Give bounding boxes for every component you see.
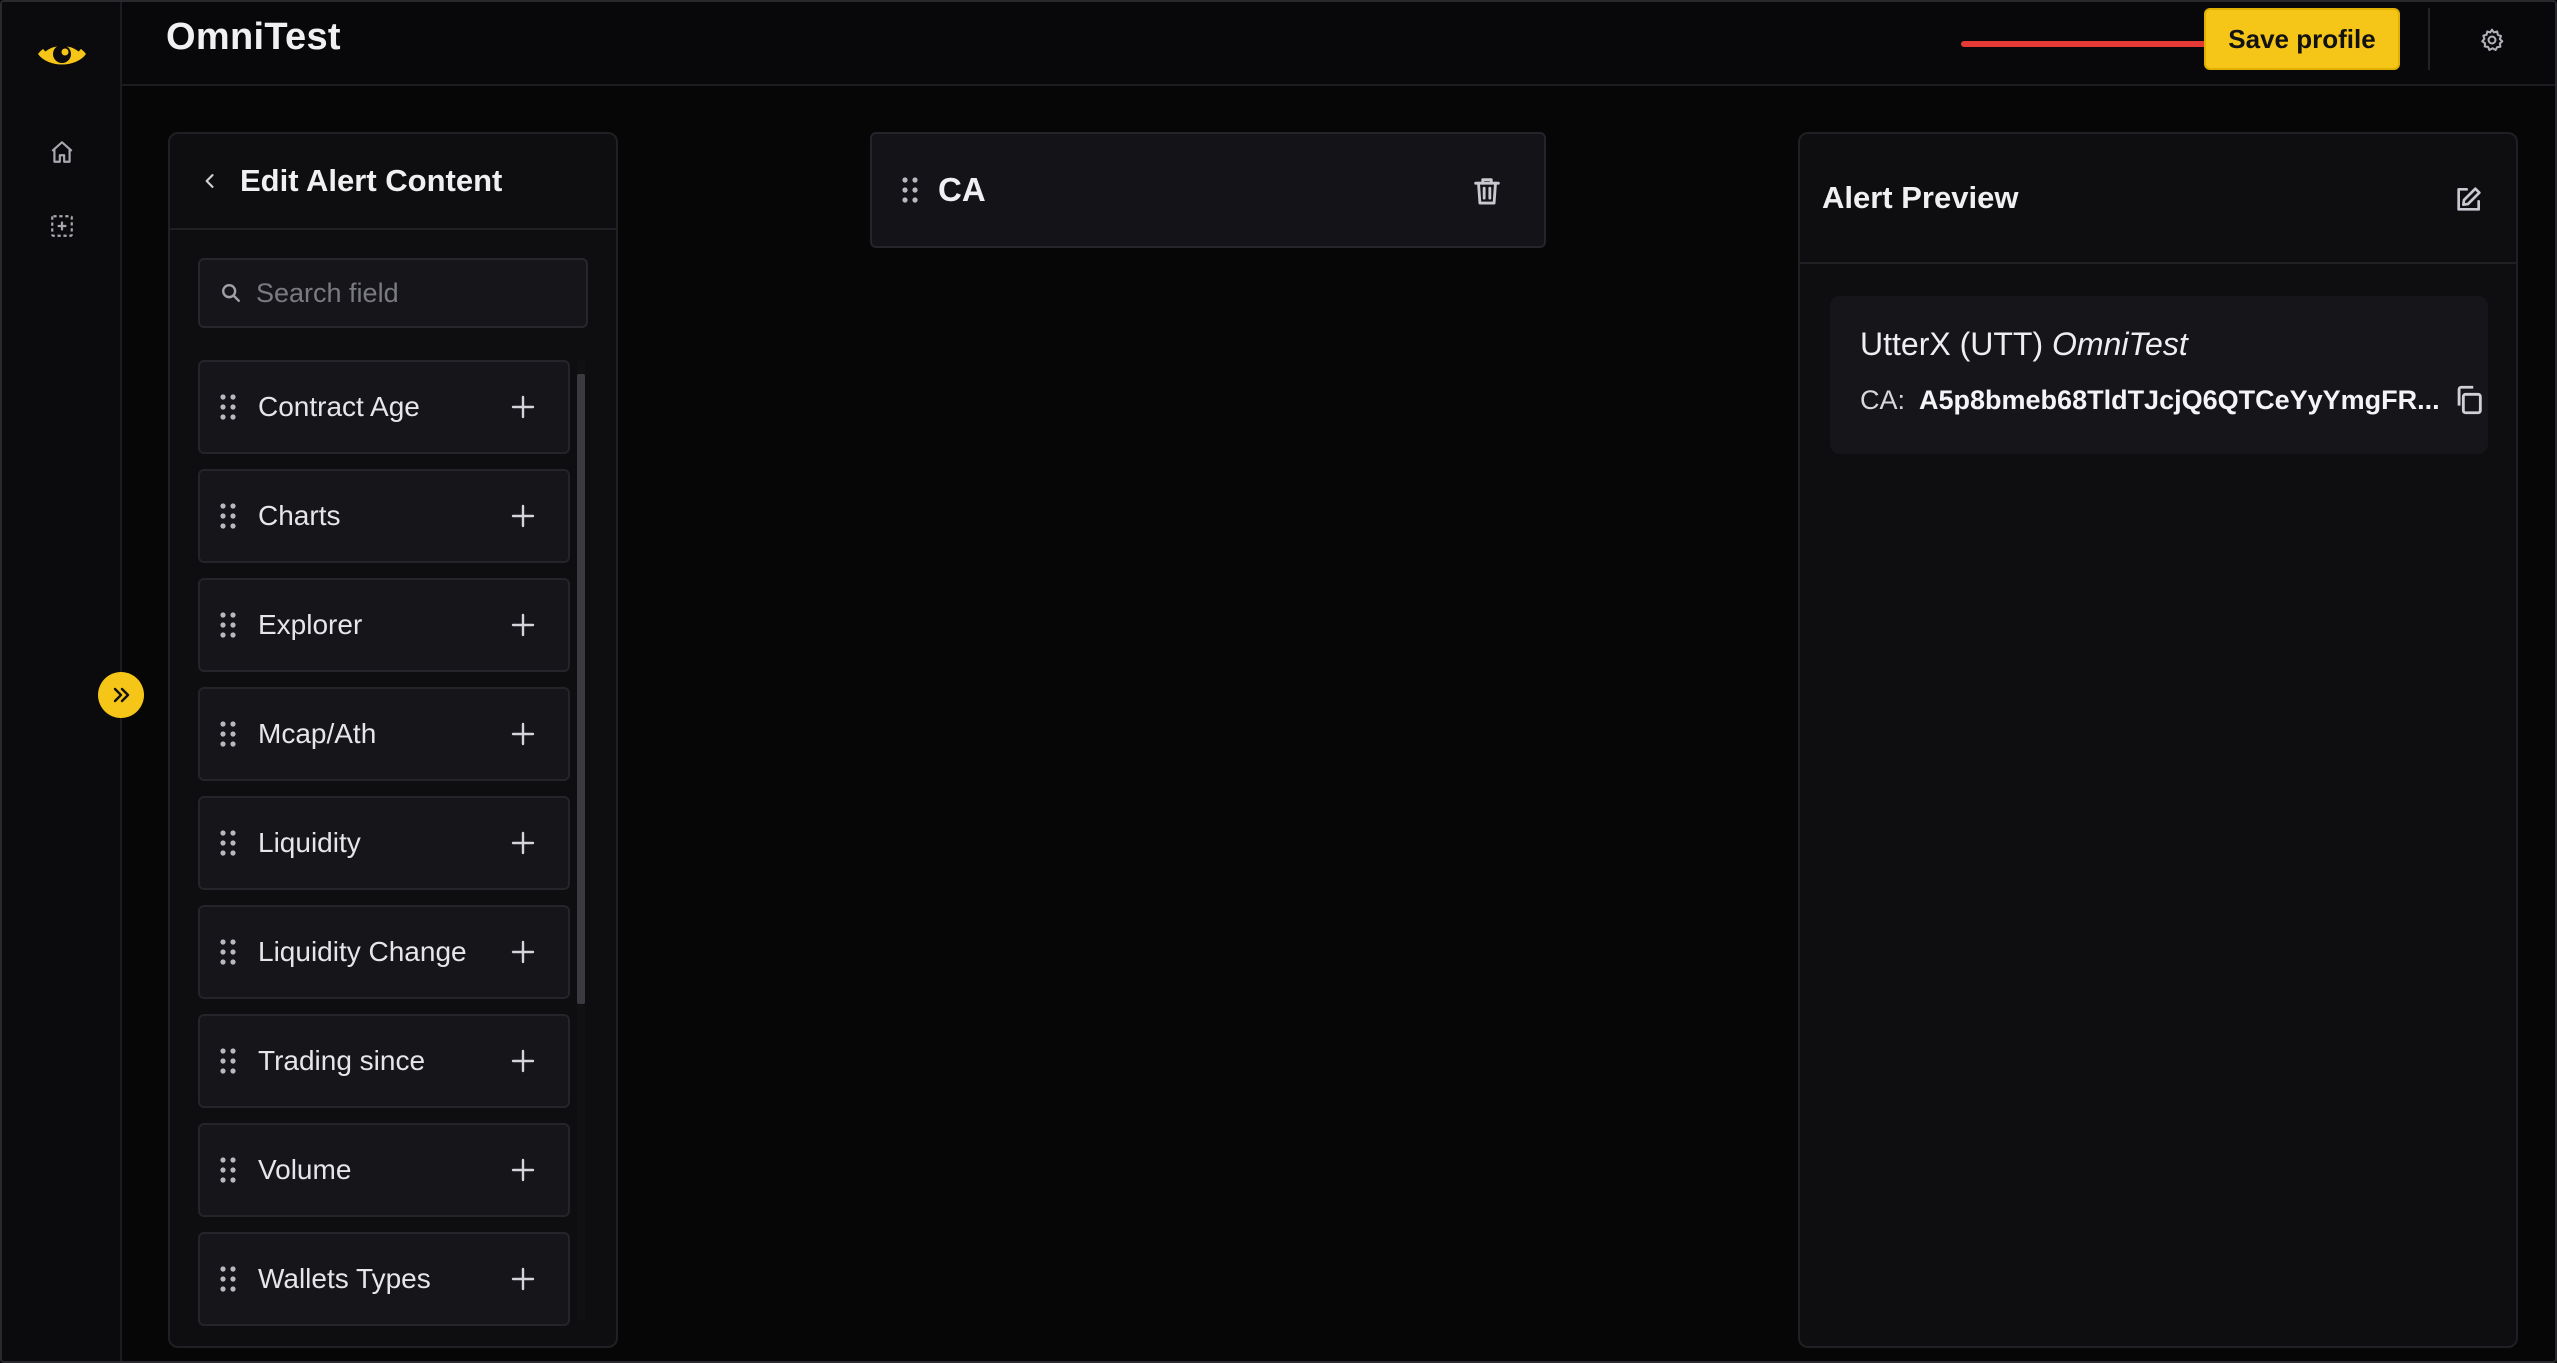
edit-icon[interactable] (2452, 184, 2484, 216)
field-label: Mcap/Ath (258, 718, 377, 749)
field-item-explorer[interactable]: Explorer (198, 578, 570, 672)
drag-handle-icon[interactable] (218, 1046, 238, 1076)
selected-field-label: CA (938, 171, 986, 208)
field-item-liquidity-change[interactable]: Liquidity Change (198, 905, 570, 999)
copy-icon[interactable] (2452, 383, 2486, 417)
field-label: Contract Age (258, 391, 420, 422)
search-input[interactable] (256, 277, 576, 309)
selected-field-ca[interactable]: CA (870, 132, 1546, 248)
alert-preview-panel: Alert Preview UtterX (UTT) OmniTest CA: … (1798, 132, 2518, 1348)
plus-icon[interactable] (508, 719, 538, 749)
field-item-volume[interactable]: Volume (198, 1123, 570, 1217)
nav-grid-button[interactable] (46, 210, 78, 242)
trash-icon[interactable] (1470, 174, 1504, 208)
app-title: OmniTest (166, 16, 341, 58)
drag-handle-icon[interactable] (218, 937, 238, 967)
app-window: OmniTest Save profile Edit Alert Content (0, 0, 2557, 1363)
field-list-scrollbar[interactable] (574, 360, 588, 1320)
double-chevron-right-icon (113, 687, 130, 703)
chevron-left-icon (205, 174, 214, 188)
field-item-wallets-types[interactable]: Wallets Types (198, 1232, 570, 1326)
field-item-liquidity[interactable]: Liquidity (198, 796, 570, 890)
field-item-trading-since[interactable]: Trading since (198, 1014, 570, 1108)
plus-icon[interactable] (508, 828, 538, 858)
ca-value[interactable]: A5p8bmeb68TldTJcjQ6QTCeYyYmgFR... (1919, 385, 2440, 416)
settings-button[interactable] (2474, 22, 2510, 58)
drag-handle-icon[interactable] (218, 392, 238, 422)
preview-title: Alert Preview (1822, 180, 2019, 215)
gear-icon (2481, 28, 2504, 51)
field-item-mcap-ath[interactable]: Mcap/Ath (198, 687, 570, 781)
preview-token-line: UtterX (UTT) OmniTest (1860, 326, 2488, 363)
panel-title: Edit Alert Content (240, 163, 503, 198)
grid-add-icon (51, 215, 73, 237)
field-label: Liquidity (258, 827, 361, 858)
drag-handle-icon[interactable] (218, 828, 238, 858)
field-item-contract-age[interactable]: Contract Age (198, 360, 570, 454)
search-box[interactable] (198, 258, 588, 328)
back-button[interactable] (196, 167, 224, 195)
nav-home-button[interactable] (46, 136, 78, 168)
alert-preview-card: UtterX (UTT) OmniTest CA: A5p8bmeb68TldT… (1830, 296, 2488, 454)
drag-handle-icon[interactable] (900, 175, 920, 205)
profile-name: OmniTest (2051, 326, 2188, 362)
panel-header: Edit Alert Content (170, 134, 616, 230)
ca-label: CA: (1860, 384, 1906, 415)
scrollbar-thumb[interactable] (577, 374, 585, 1004)
field-label: Volume (258, 1154, 352, 1185)
preview-header: Alert Preview (1800, 134, 2516, 264)
plus-icon[interactable] (508, 1155, 538, 1185)
drag-handle-icon[interactable] (218, 1155, 238, 1185)
drag-handle-icon[interactable] (218, 501, 238, 531)
field-label: Liquidity Change (258, 936, 467, 967)
field-label: Trading since (258, 1045, 426, 1076)
field-label: Wallets Types (258, 1263, 431, 1294)
field-label: Explorer (258, 609, 363, 640)
top-header: OmniTest Save profile (122, 2, 2555, 86)
token-name: UtterX (UTT) (1860, 326, 2044, 362)
plus-icon[interactable] (508, 937, 538, 967)
save-profile-button[interactable]: Save profile (2204, 8, 2400, 70)
field-item-charts[interactable]: Charts (198, 469, 570, 563)
header-divider (2428, 8, 2430, 70)
plus-icon[interactable] (508, 1046, 538, 1076)
drag-handle-icon[interactable] (218, 1264, 238, 1294)
field-label: Charts (258, 500, 341, 531)
omnitest-eye-logo[interactable] (36, 32, 88, 76)
home-icon (51, 141, 73, 163)
plus-icon[interactable] (508, 610, 538, 640)
preview-ca-line: CA: A5p8bmeb68TldTJcjQ6QTCeYyYmgFR... (1860, 383, 2488, 417)
search-icon (222, 284, 240, 302)
field-list: Contract Age Charts Explorer Mcap/Ath Li (198, 360, 570, 1341)
drag-handle-icon[interactable] (218, 719, 238, 749)
plus-icon[interactable] (508, 501, 538, 531)
plus-icon[interactable] (508, 392, 538, 422)
edit-alert-panel: Edit Alert Content Contract Age Charts E… (168, 132, 618, 1348)
plus-icon[interactable] (508, 1264, 538, 1294)
drag-handle-icon[interactable] (218, 610, 238, 640)
expand-sidebar-button[interactable] (98, 672, 144, 718)
